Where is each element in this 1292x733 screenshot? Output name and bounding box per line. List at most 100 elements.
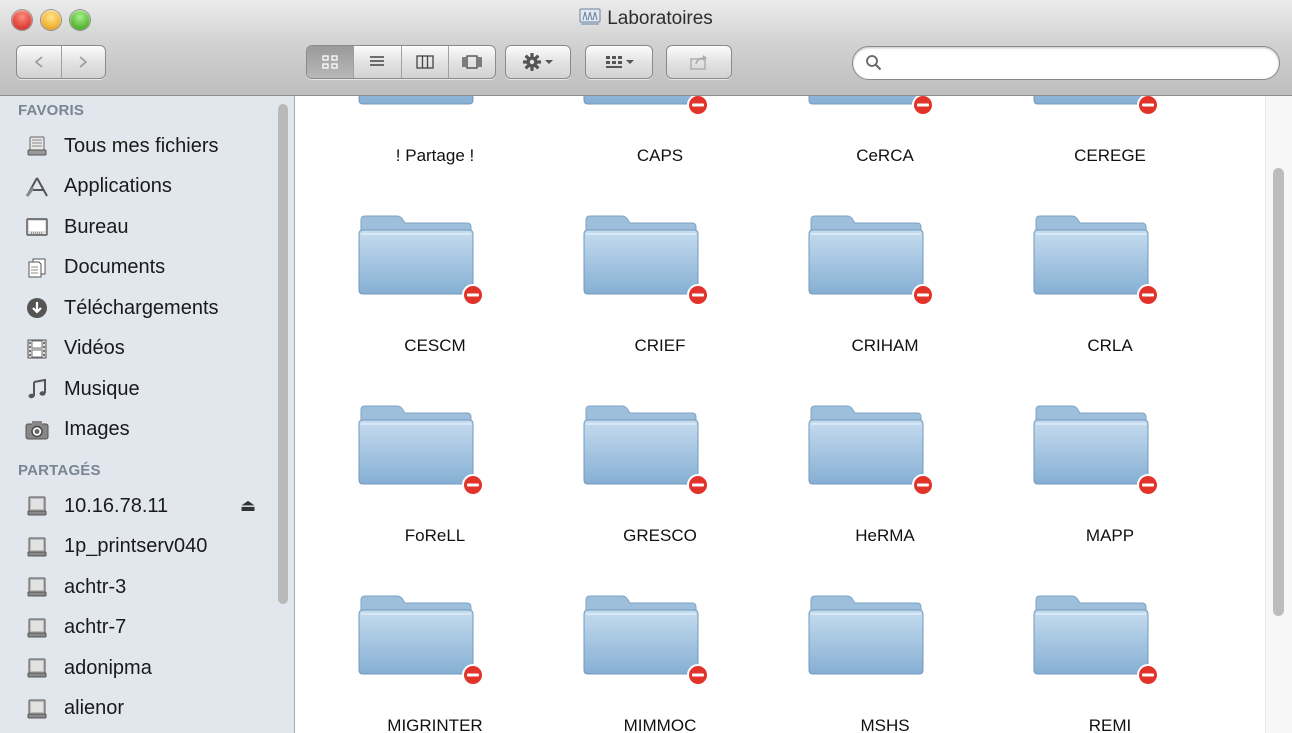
folder-label: REMI [1088, 716, 1132, 733]
folder-label: GRESCO [623, 526, 697, 545]
list-icon [370, 56, 385, 66]
documents-icon [25, 256, 49, 280]
folder-item[interactable]: CESCM [335, 196, 535, 371]
server-icon [25, 656, 49, 680]
folder-icon [1033, 595, 1149, 675]
folder-icon [583, 96, 699, 105]
folder-item[interactable]: MIMMOC [560, 576, 760, 733]
folder-item[interactable]: ! Partage ! [335, 96, 535, 181]
folder-label: MIMMOC [623, 716, 697, 733]
movies-icon [25, 337, 49, 361]
sidebar-item-all-files[interactable]: Tous mes fichiers [0, 126, 294, 167]
desktop-icon [25, 215, 49, 239]
gear-icon [523, 53, 541, 71]
arrange-menu-button[interactable] [585, 45, 653, 79]
folder-item[interactable]: CRIHAM [785, 196, 985, 371]
sidebar-item-server[interactable]: achtr-3 [0, 567, 294, 608]
no-access-badge-icon [912, 96, 934, 116]
folder-icon [583, 215, 699, 295]
server-icon [25, 494, 49, 518]
applications-icon [25, 175, 49, 199]
folder-item[interactable]: REMI [1010, 576, 1210, 733]
folder-item[interactable]: FoReLL [335, 386, 535, 561]
folder-item[interactable]: CRIEF [560, 196, 760, 371]
folder-item[interactable]: HeRMA [785, 386, 985, 561]
server-icon [25, 616, 49, 640]
folder-label: CRIHAM [851, 336, 919, 355]
no-access-badge-icon [1137, 474, 1159, 496]
sidebar-item-server[interactable]: 1p_printserv040 [0, 527, 294, 568]
view-coverflow-button[interactable] [449, 46, 495, 78]
folder-item[interactable]: CRLA [1010, 196, 1210, 371]
folder-icon [358, 405, 474, 485]
folder-item[interactable]: GRESCO [560, 386, 760, 561]
no-access-badge-icon [687, 284, 709, 306]
downloads-icon [25, 296, 49, 320]
folder-item[interactable]: MSHS [785, 576, 985, 733]
folder-label: MAPP [1085, 526, 1135, 545]
folder-label: CEREGE [1074, 146, 1146, 165]
no-access-badge-icon [912, 474, 934, 496]
folder-icon [358, 215, 474, 295]
sidebar-item-label: adonipma [64, 656, 152, 679]
share-icon [690, 55, 707, 70]
sidebar-item-label: Vidéos [64, 337, 125, 360]
share-button[interactable] [666, 45, 732, 79]
folder-icon [808, 595, 924, 675]
search-field[interactable] [852, 46, 1280, 80]
sidebar-item-desktop[interactable]: Bureau [0, 207, 294, 248]
chevron-down-icon [626, 60, 634, 64]
sidebar-item-label: Bureau [64, 215, 129, 238]
no-access-badge-icon [1137, 284, 1159, 306]
forward-button[interactable] [62, 46, 106, 78]
all-files-icon [25, 134, 49, 158]
no-access-badge-icon [687, 474, 709, 496]
sidebar-item-server[interactable]: adonipma [0, 648, 294, 689]
folder-item[interactable]: MAPP [1010, 386, 1210, 561]
folder-item[interactable]: CAPS [560, 96, 760, 181]
folder-label: CRIEF [634, 336, 686, 355]
window-title: Laboratoires [0, 8, 1292, 30]
view-mode-control [306, 45, 496, 79]
no-access-badge-icon [912, 284, 934, 306]
camera-icon [25, 418, 49, 442]
folder-item[interactable]: CeRCA [785, 96, 985, 181]
sidebar-item-server[interactable]: 10.16.78.11 ⏏ [0, 486, 294, 527]
sidebar-item-downloads[interactable]: Téléchargements [0, 288, 294, 329]
folder-item[interactable]: MIGRINTER [335, 576, 535, 733]
sidebar: FAVORIS Tous mes fichiers Applications B… [0, 96, 295, 733]
sidebar-item-label: Tous mes fichiers [64, 134, 219, 157]
no-access-badge-icon [1137, 96, 1159, 116]
icons-icon [322, 55, 338, 69]
forward-arrow-icon [79, 56, 88, 68]
sidebar-item-applications[interactable]: Applications [0, 167, 294, 208]
view-columns-button[interactable] [402, 46, 449, 78]
sidebar-scrollbar[interactable] [278, 104, 288, 604]
back-button[interactable] [17, 46, 62, 78]
main-scrollbar[interactable] [1273, 168, 1284, 616]
no-access-badge-icon [462, 474, 484, 496]
folder-icon [583, 595, 699, 675]
sidebar-item-label: Documents [64, 256, 166, 279]
back-forward-control [16, 45, 106, 79]
view-list-button[interactable] [354, 46, 402, 78]
view-icons-button[interactable] [307, 46, 355, 78]
sidebar-item-server[interactable]: achtr-7 [0, 608, 294, 649]
folder-icon [358, 96, 474, 105]
folder-label: ! Partage ! [395, 146, 475, 165]
action-menu-button[interactable] [505, 45, 571, 79]
sidebar-item-documents[interactable]: Documents [0, 248, 294, 289]
eject-icon[interactable]: ⏏ [240, 496, 256, 516]
sidebar-item-music[interactable]: Musique [0, 369, 294, 410]
music-icon [25, 377, 49, 401]
sidebar-item-pictures[interactable]: Images [0, 410, 294, 451]
folder-label: CAPS [636, 146, 684, 165]
server-icon [25, 575, 49, 599]
search-input[interactable] [891, 51, 1265, 75]
sidebar-item-movies[interactable]: Vidéos [0, 329, 294, 370]
sidebar-item-server[interactable]: alienor [0, 689, 294, 730]
folder-item[interactable]: CEREGE [1010, 96, 1210, 181]
coverflow-icon [462, 55, 482, 69]
no-access-badge-icon [687, 96, 709, 116]
folder-icon [808, 96, 924, 105]
